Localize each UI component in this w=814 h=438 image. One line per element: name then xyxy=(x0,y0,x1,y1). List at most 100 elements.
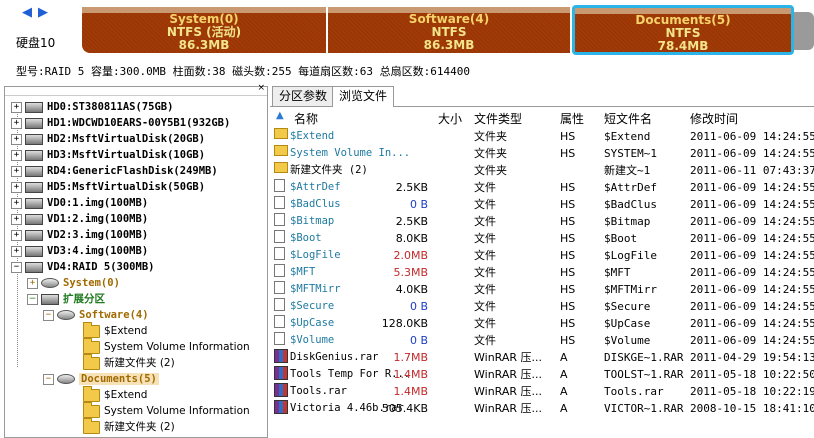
file-icon xyxy=(274,332,285,345)
file-type: 文件 xyxy=(474,317,496,330)
tree-disk[interactable]: + VD3:4.img(100MB) xyxy=(11,243,148,259)
file-row[interactable]: $AttrDef 2.5KB 文件 HS $AttrDef 2011-06-09 14:2… xyxy=(270,179,814,196)
tree-disk[interactable]: + VD2:3.img(100MB) xyxy=(11,227,148,243)
file-attr: A xyxy=(560,351,568,364)
expand-icon[interactable]: + xyxy=(11,165,22,177)
column-type[interactable]: 文件类型 xyxy=(474,110,522,127)
file-name: $Volume xyxy=(290,334,335,346)
file-name: Tools Temp For R... xyxy=(290,368,411,380)
file-row[interactable]: Tools.rar 1.4MB WinRAR 压... A Tools.rar 2011-… xyxy=(270,383,814,400)
file-row[interactable]: System Volume In... 文件夹 HS SYSTEM~1 2011-06-… xyxy=(270,145,814,162)
column-attr[interactable]: 属性 xyxy=(560,110,584,127)
tree-disk[interactable]: + HD2:MsftVirtualDisk(20GB) xyxy=(11,131,205,147)
tree-disk[interactable]: + HD1:WDCWD10EARS-00Y5B1(932GB) xyxy=(11,115,230,131)
expand-icon[interactable]: + xyxy=(11,229,22,241)
tree-disk[interactable]: + RD4:GenericFlashDisk(249MB) xyxy=(11,163,218,179)
expand-icon[interactable]: + xyxy=(11,149,22,161)
file-row[interactable]: $LogFile 2.0MB 文件 HS $LogFile 2011-06-09 14:2… xyxy=(270,247,814,264)
file-icon xyxy=(274,315,285,328)
file-icon xyxy=(274,230,285,243)
file-modified: 2011-06-09 14:24:55 xyxy=(690,181,814,194)
expand-icon[interactable]: + xyxy=(11,133,22,145)
file-attr: HS xyxy=(560,334,576,347)
expand-icon[interactable]: + xyxy=(27,277,38,289)
file-row[interactable]: $Volume 0 B 文件 HS $Volume 2011-06-09 14:24:55 xyxy=(270,332,814,349)
forward-arrow-icon[interactable]: ▶ xyxy=(36,6,50,20)
file-size: 4.0KB xyxy=(395,283,428,296)
file-attr: HS xyxy=(560,215,576,228)
file-short-name: $UpCase xyxy=(604,317,651,330)
hard-disk-icon xyxy=(25,101,43,113)
file-row[interactable]: $MFTMirr 4.0KB 文件 HS $MFTMirr 2011-06-09 14:2… xyxy=(270,281,814,298)
tree-folder[interactable]: $Extend xyxy=(83,385,147,403)
tab-partition-params[interactable]: 分区参数 xyxy=(272,86,335,106)
tree-disk[interactable]: + VD1:2.img(100MB) xyxy=(11,211,148,227)
file-type: 文件 xyxy=(474,283,496,296)
expand-icon[interactable]: + xyxy=(11,117,22,129)
expand-icon[interactable]: + xyxy=(11,181,22,193)
tree-folder[interactable]: System Volume Information xyxy=(83,337,250,355)
file-attr: HS xyxy=(560,232,576,245)
tree-disk[interactable]: − VD4:RAID 5(300MB) xyxy=(11,259,154,275)
file-type: 文件 xyxy=(474,198,496,211)
expand-icon[interactable]: + xyxy=(11,245,22,257)
file-attr: HS xyxy=(560,300,576,313)
tree-disk[interactable]: + HD0:ST380811AS(75GB) xyxy=(11,99,173,115)
file-name: DiskGenius.rar xyxy=(290,351,379,363)
tree-disk[interactable]: + VD0:1.img(100MB) xyxy=(11,195,148,211)
tab-browse-files[interactable]: 浏览文件 xyxy=(332,86,395,107)
column-short-name[interactable]: 短文件名 xyxy=(604,110,652,127)
collapse-icon[interactable]: − xyxy=(43,373,54,385)
expand-icon[interactable]: + xyxy=(11,101,22,113)
file-type: WinRAR 压... xyxy=(474,385,543,398)
column-name[interactable]: 名称 xyxy=(294,110,318,127)
file-attr: A xyxy=(560,402,568,415)
file-list-header: ▲ 名称 大小 文件类型 属性 短文件名 修改时间 xyxy=(270,108,814,126)
tree-disk[interactable]: + HD3:MsftVirtualDisk(10GB) xyxy=(11,147,205,163)
file-row[interactable]: $BadClus 0 B 文件 HS $BadClus 2011-06-09 14:24:… xyxy=(270,196,814,213)
file-row[interactable]: $Secure 0 B 文件 HS $Secure 2011-06-09 14:24:55 xyxy=(270,298,814,315)
column-modified[interactable]: 修改时间 xyxy=(690,110,738,127)
partition-software[interactable]: Software(4) NTFS 86.3MB xyxy=(328,7,570,53)
expand-icon[interactable]: + xyxy=(11,213,22,225)
file-row[interactable]: $UpCase 128.0KB 文件 HS $UpCase 2011-06-09 14:2… xyxy=(270,315,814,332)
file-size: 2.0MB xyxy=(393,249,428,262)
tree-partition-system[interactable]: + System(0) xyxy=(27,275,120,291)
file-size: 0 B xyxy=(409,300,428,313)
free-space[interactable] xyxy=(794,12,814,50)
file-row[interactable]: DiskGenius.rar 1.7MB WinRAR 压... A DISKGE~1.… xyxy=(270,349,814,366)
tree-folder[interactable]: 新建文件夹 (2) xyxy=(83,417,175,435)
collapse-icon[interactable]: − xyxy=(27,293,38,305)
tree-partition-documents[interactable]: − Documents(5) xyxy=(43,371,159,387)
tree-folder[interactable]: System Volume Information xyxy=(83,401,250,419)
file-row[interactable]: $Boot 8.0KB 文件 HS $Boot 2011-06-09 14:24:55 xyxy=(270,230,814,247)
close-icon[interactable]: × xyxy=(257,83,265,93)
file-row[interactable]: 新建文件夹 (2) 文件夹 新建文~1 2011-06-11 07:43:37 xyxy=(270,162,814,179)
expand-icon[interactable]: + xyxy=(11,197,22,209)
file-modified: 2011-06-11 07:43:37 xyxy=(690,164,814,177)
collapse-icon[interactable]: − xyxy=(43,309,54,321)
tree-disk[interactable]: + HD5:MsftVirtualDisk(50GB) xyxy=(11,179,205,195)
partition-system[interactable]: System(0) NTFS (活动) 86.3MB xyxy=(82,7,326,53)
file-name: $UpCase xyxy=(290,317,335,329)
file-row[interactable]: Tools Temp For R... 1.4MB WinRAR 压... A TOOL… xyxy=(270,366,814,383)
file-short-name: Tools.rar xyxy=(604,385,664,398)
tree-partition-software[interactable]: − Software(4) xyxy=(43,307,149,323)
collapse-icon[interactable]: − xyxy=(11,261,22,273)
folder-icon xyxy=(83,353,100,370)
disk-label: 硬盘10 xyxy=(16,36,56,50)
back-arrow-icon[interactable]: ◀ xyxy=(20,6,34,20)
file-name: 新建文件夹 (2) xyxy=(290,164,368,176)
tree-folder[interactable]: 新建文件夹 (2) xyxy=(83,353,175,371)
file-row[interactable]: Victoria 4.46b.rar 505.4KB WinRAR 压... A VIC… xyxy=(270,400,814,417)
sort-up-icon[interactable]: ▲ xyxy=(276,110,284,121)
file-row[interactable]: $MFT 5.3MB 文件 HS $MFT 2011-06-09 14:24:55 xyxy=(270,264,814,281)
file-type: 文件 xyxy=(474,232,496,245)
file-row[interactable]: $Extend 文件夹 HS $Extend 2011-06-09 14:24:55 xyxy=(270,128,814,145)
column-size[interactable]: 大小 xyxy=(438,110,462,127)
file-browser-pane: 分区参数 浏览文件 ▲ 名称 大小 文件类型 属性 短文件名 修改时间 $Ext… xyxy=(270,84,814,438)
partition-documents[interactable]: Documents(5) NTFS 78.4MB xyxy=(572,5,794,55)
file-row[interactable]: $Bitmap 2.5KB 文件 HS $Bitmap 2011-06-09 14:24:… xyxy=(270,213,814,230)
tree-folder[interactable]: $Extend xyxy=(83,321,147,339)
tree-extended-partition[interactable]: − 扩展分区 xyxy=(27,291,105,307)
